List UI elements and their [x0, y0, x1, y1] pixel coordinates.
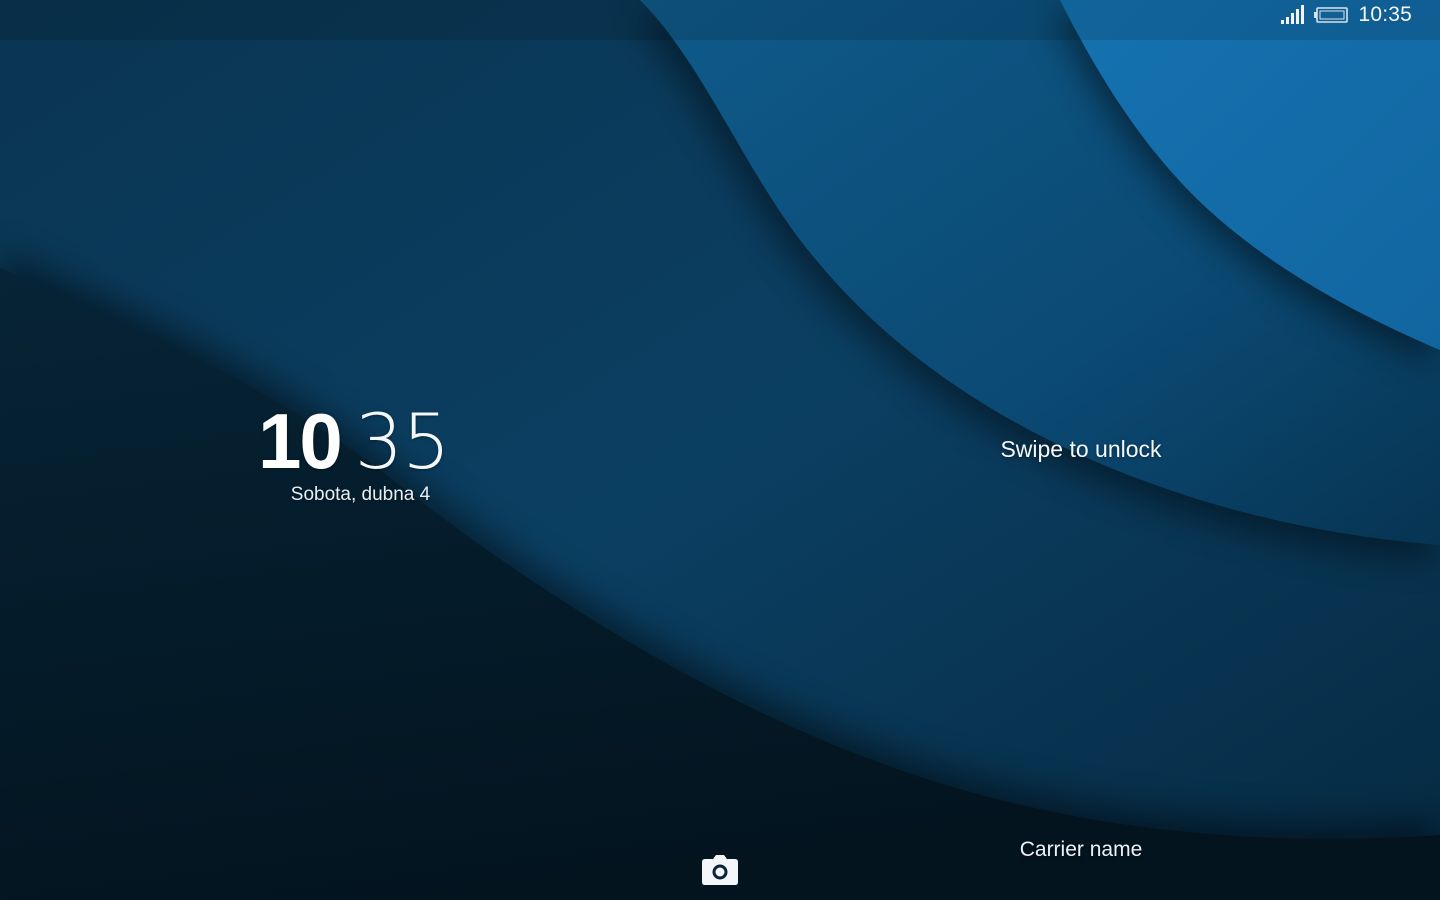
- status-bar: 10:35: [1280, 0, 1440, 30]
- lockscreen-clock: 10 35 Sobota, dubna 4: [258, 402, 463, 506]
- clock-time: 10 35: [258, 402, 463, 480]
- status-bar-clock: 10:35: [1358, 3, 1412, 26]
- clock-date: Sobota, dubna 4: [290, 484, 431, 505]
- clock-hours: 10: [258, 397, 343, 485]
- clock-minutes: 35: [354, 397, 451, 486]
- carrier-name: Carrier name: [1019, 838, 1143, 861]
- cellular-signal-icon: [1280, 5, 1305, 25]
- wave-wallpaper: [0, 0, 1440, 900]
- lock-screen[interactable]: 10:35 10 35 Sobota, dubna 4 Swipe to unl…: [0, 0, 1440, 900]
- swipe-to-unlock-hint: Swipe to unlock: [1000, 436, 1162, 462]
- battery-icon: [1314, 7, 1349, 23]
- camera-icon: [701, 854, 739, 890]
- camera-shortcut-button[interactable]: [698, 852, 742, 892]
